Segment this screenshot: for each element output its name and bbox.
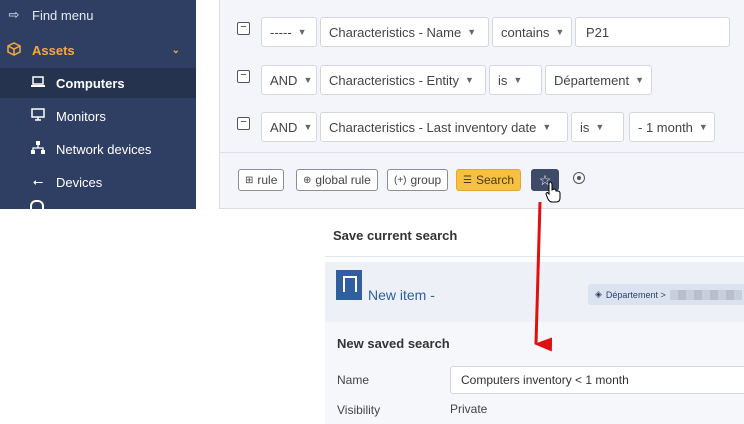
field-value: Characteristics - Name: [329, 24, 462, 40]
add-group-button[interactable]: (+) group: [387, 169, 449, 191]
save-search-button[interactable]: ☆: [531, 169, 559, 191]
search-list-icon: ☰: [463, 174, 472, 186]
search-button[interactable]: ☰ Search: [456, 169, 521, 191]
value-select[interactable]: - 1 month ▼: [629, 112, 715, 142]
global-rule-label: global rule: [315, 173, 371, 187]
layers-icon: ◈: [595, 289, 602, 299]
blurred-text: [669, 289, 742, 300]
caret-down-icon: ▼: [555, 27, 565, 37]
sidebar: ⇨ Find menu Assets ⌄ Computers Monitors …: [0, 0, 196, 209]
operator-select[interactable]: is ▼: [571, 112, 624, 142]
find-menu[interactable]: ⇨ Find menu: [0, 4, 196, 26]
sidebar-item-label: Network devices: [56, 141, 152, 157]
sidebar-item-network-devices[interactable]: Network devices: [0, 134, 196, 164]
box-icon: [4, 41, 24, 59]
bookmark-icon: [336, 270, 362, 300]
entity-badge: ◈ Département >: [588, 284, 744, 305]
star-icon: ☆: [538, 171, 552, 188]
caret-down-icon: ▼: [513, 75, 523, 85]
laptop-icon: [28, 75, 48, 91]
caret-down-icon: ▼: [698, 122, 708, 132]
sidebar-item-monitors[interactable]: Monitors: [0, 101, 196, 131]
remove-criterion-icon[interactable]: −: [237, 70, 250, 83]
link-value: AND: [270, 119, 298, 135]
value-input[interactable]: P21: [575, 17, 730, 47]
plus-parentheses-icon: (+): [394, 174, 407, 186]
value-select[interactable]: Département ▼: [545, 65, 652, 95]
find-menu-label: Find menu: [32, 7, 94, 23]
add-global-rule-button[interactable]: ⊕ global rule: [296, 169, 378, 191]
chevron-down-icon: ⌄: [171, 44, 180, 56]
sidebar-item-devices[interactable]: ⭠ Devices: [0, 167, 196, 197]
field-value: Characteristics - Last inventory date: [329, 119, 537, 135]
link-value: -----: [270, 24, 292, 40]
field-select[interactable]: Characteristics - Last inventory date ▼: [320, 112, 568, 142]
link-select[interactable]: ----- ▼: [261, 17, 317, 47]
network-icon: [28, 141, 48, 157]
operator-select[interactable]: is ▼: [489, 65, 542, 95]
sidebar-item-partial-icon: [30, 200, 44, 209]
plus-circle-icon: ⊕: [303, 174, 312, 186]
link-select[interactable]: AND ▼: [261, 112, 317, 142]
criteria-row: − AND ▼ Characteristics - Last inventory …: [220, 112, 744, 144]
search-criteria-panel: − ----- ▼ Characteristics - Name ▼ contain…: [219, 0, 744, 209]
visibility-label: Visibility: [337, 403, 381, 417]
dialog-divider: [325, 256, 744, 257]
remove-criterion-icon[interactable]: −: [237, 117, 250, 130]
caret-down-icon: ▼: [595, 122, 605, 132]
name-label: Name: [337, 373, 370, 387]
sidebar-item-computers[interactable]: Computers: [0, 68, 196, 98]
dialog-title: Save current search: [333, 228, 458, 243]
caret-down-icon: ▼: [467, 27, 477, 37]
arrow-right-icon: ⇨: [8, 7, 20, 22]
caret-down-icon: ▼: [465, 75, 474, 85]
caret-down-icon: ▼: [635, 75, 645, 85]
caret-down-icon: ▼: [303, 75, 313, 85]
operator-value: is: [498, 72, 508, 88]
operator-value: is: [580, 119, 590, 135]
add-rule-label: rule: [257, 173, 278, 187]
sidebar-section-assets[interactable]: Assets ⌄: [0, 36, 196, 64]
new-item-title: New item -: [368, 287, 435, 303]
sidebar-item-label: Computers: [56, 75, 125, 91]
divider: [220, 152, 744, 153]
criteria-row: − AND ▼ Characteristics - Entity ▼ is ▼ Dép…: [220, 65, 744, 97]
criteria-row: − ----- ▼ Characteristics - Name ▼ contain…: [220, 17, 744, 49]
monitor-icon: [28, 108, 48, 124]
operator-select[interactable]: contains ▼: [492, 17, 572, 47]
add-rule-button[interactable]: ⊞ rule: [238, 169, 285, 191]
usb-icon: ⭠: [32, 174, 44, 189]
field-select[interactable]: Characteristics - Entity ▼: [320, 65, 486, 95]
entity-badge-label: Département >: [605, 289, 666, 300]
caret-down-icon: ▼: [297, 27, 307, 37]
sidebar-item-label: Devices: [56, 174, 103, 190]
form-title: New saved search: [337, 336, 450, 351]
sidebar-item-label: Monitors: [56, 108, 106, 124]
entity-value: Département: [554, 72, 630, 88]
operator-value: contains: [501, 24, 550, 40]
date-value: - 1 month: [638, 119, 693, 135]
visibility-value[interactable]: Private: [450, 402, 487, 416]
group-label: group: [410, 173, 442, 187]
search-label: Search: [475, 173, 514, 187]
remove-criterion-icon[interactable]: −: [237, 22, 250, 35]
field-value: Characteristics - Entity: [329, 72, 460, 88]
reset-search-icon[interactable]: [573, 172, 585, 184]
plus-square-icon: ⊞: [245, 174, 254, 186]
caret-down-icon: ▼: [542, 122, 552, 132]
assets-label: Assets: [32, 42, 75, 58]
name-input[interactable]: Computers inventory < 1 month: [450, 366, 744, 394]
link-select[interactable]: AND ▼: [261, 65, 317, 95]
caret-down-icon: ▼: [303, 122, 313, 132]
field-select[interactable]: Characteristics - Name ▼: [320, 17, 489, 47]
link-value: AND: [270, 72, 298, 88]
